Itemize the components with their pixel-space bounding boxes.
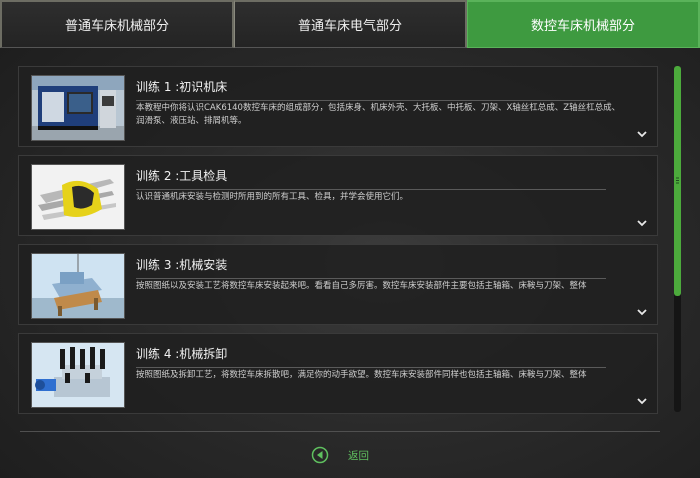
back-arrow-icon bbox=[311, 446, 329, 464]
training-description: 按照图纸及拆卸工艺，将数控车床拆散吧，满足你的动手欲望。数控车床安装部件同样也包… bbox=[136, 370, 587, 380]
assembly-scene-image bbox=[31, 253, 125, 319]
tab-lathe-electrical[interactable]: 普通车床电气部分 bbox=[234, 0, 467, 48]
tab-lathe-mechanical[interactable]: 普通车床机械部分 bbox=[0, 0, 234, 48]
training-description: 认识普通机床安装与检测时所用到的所有工具、检具，并学会使用它们。 bbox=[136, 192, 409, 202]
training-card-3[interactable]: 训练 3 :机械安装 按照图纸以及安装工艺将数控车床安装起来吧。看看自己多厉害。… bbox=[18, 244, 658, 325]
chevron-down-icon[interactable] bbox=[635, 306, 649, 318]
training-card-1[interactable]: 训练 1 :初识机床 本教程中你将认识CAK6140数控车床的组成部分，包括床身… bbox=[18, 66, 658, 147]
tab-cnc-mechanical[interactable]: 数控车床机械部分 bbox=[467, 0, 700, 48]
back-label: 返回 bbox=[348, 449, 369, 462]
training-title: 训练 3 :机械安装 bbox=[136, 256, 606, 279]
back-button[interactable]: 返回 bbox=[311, 446, 369, 464]
cnc-machine-image bbox=[31, 75, 125, 141]
hex-key-set-image bbox=[31, 164, 125, 230]
chevron-down-icon[interactable] bbox=[635, 395, 649, 407]
chevron-down-icon[interactable] bbox=[635, 128, 649, 140]
training-title: 训练 1 :初识机床 bbox=[136, 78, 606, 101]
scroll-grip-icon bbox=[676, 177, 679, 184]
training-description: 按照图纸以及安装工艺将数控车床安装起来吧。看看自己多厉害。数控车床安装部件主要包… bbox=[136, 281, 587, 291]
training-card-2[interactable]: 训练 2 :工具检具 认识普通机床安装与检测时所用到的所有工具、检具，并学会使用… bbox=[18, 155, 658, 236]
tab-bar: 普通车床机械部分 普通车床电气部分 数控车床机械部分 bbox=[0, 0, 700, 48]
disassembly-image bbox=[31, 342, 125, 408]
training-description: 本教程中你将认识CAK6140数控车床的组成部分，包括床身、机床外壳、大托板、中… bbox=[136, 103, 621, 126]
training-title: 训练 2 :工具检具 bbox=[136, 167, 606, 190]
training-list: 训练 1 :初识机床 本教程中你将认识CAK6140数控车床的组成部分，包括床身… bbox=[18, 66, 658, 414]
chevron-down-icon[interactable] bbox=[635, 217, 649, 229]
training-title: 训练 4 :机械拆卸 bbox=[136, 345, 606, 368]
footer-divider bbox=[20, 431, 660, 432]
training-card-4[interactable]: 训练 4 :机械拆卸 按照图纸及拆卸工艺，将数控车床拆散吧，满足你的动手欲望。数… bbox=[18, 333, 658, 414]
